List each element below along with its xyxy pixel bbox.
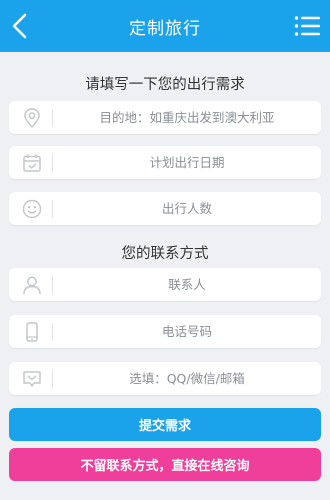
phone-input[interactable] — [53, 315, 321, 348]
travel-needs-heading: 请填写一下您的出行需求 — [85, 77, 245, 93]
message-icon — [23, 371, 41, 387]
phone-icon — [26, 322, 38, 342]
online-consult-button[interactable]: 不留联系方式，直接在线咨询 — [9, 448, 321, 481]
travel-date-field — [9, 146, 321, 179]
other-contact-input[interactable] — [53, 362, 321, 395]
phone-field — [9, 315, 321, 348]
smiley-face-icon — [22, 199, 42, 219]
location-pin-icon — [24, 108, 40, 129]
app-header: 定制旅行 — [0, 0, 330, 52]
traveler-count-input[interactable] — [53, 192, 321, 225]
person-icon — [23, 276, 41, 295]
contact-info-heading: 您的联系方式 — [121, 246, 209, 262]
other-contact-field — [9, 362, 321, 395]
travel-date-input[interactable] — [53, 146, 321, 179]
calendar-icon — [23, 154, 41, 172]
contact-name-input[interactable] — [53, 268, 321, 301]
menu-icon[interactable] — [294, 15, 320, 37]
destination-field — [9, 101, 321, 134]
submit-request-button[interactable]: 提交需求 — [9, 408, 321, 441]
contact-name-field — [9, 268, 321, 301]
page-title: 定制旅行 — [129, 18, 201, 39]
traveler-count-field — [9, 192, 321, 225]
back-arrow-icon[interactable] — [8, 12, 32, 40]
destination-input[interactable] — [53, 101, 321, 134]
